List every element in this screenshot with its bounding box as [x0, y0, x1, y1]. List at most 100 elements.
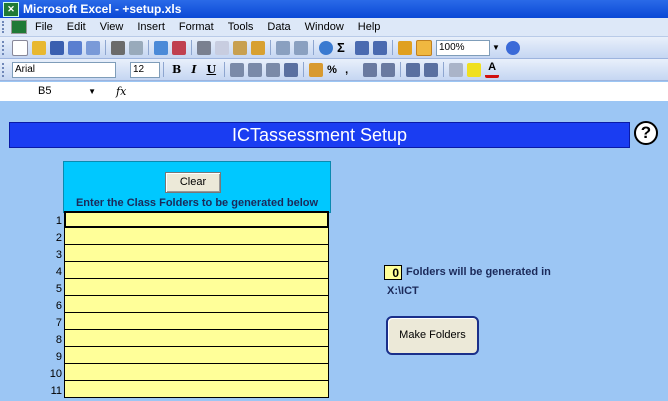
separator [392, 40, 393, 55]
folder-cell[interactable] [64, 330, 329, 347]
percent-icon[interactable]: % [327, 63, 341, 77]
decrease-decimal-icon[interactable] [381, 62, 396, 77]
row-number: 1 [55, 215, 62, 227]
permission-icon[interactable] [68, 40, 82, 55]
insert-function-icon[interactable]: fx [116, 85, 126, 98]
menu-view[interactable]: View [100, 21, 124, 33]
separator [270, 40, 271, 55]
fill-color-icon[interactable] [467, 62, 482, 77]
chart-wizard-icon[interactable] [398, 40, 412, 55]
folder-cell[interactable] [64, 364, 329, 381]
print-preview-icon[interactable] [129, 40, 143, 55]
folder-cell[interactable] [64, 245, 329, 262]
separator [303, 62, 305, 77]
standard-toolbar: Σ 100% ▼ [0, 37, 668, 59]
row-number: 2 [55, 232, 62, 244]
spelling-icon[interactable] [154, 40, 168, 55]
save-icon[interactable] [50, 40, 64, 55]
workbook-icon[interactable] [11, 20, 27, 34]
font-select[interactable]: Arial [12, 61, 116, 78]
menu-bar: File Edit View Insert Format Tools Data … [0, 18, 668, 37]
borders-icon[interactable] [449, 62, 464, 77]
toolbar-grip-icon[interactable] [2, 62, 7, 77]
folder-cell[interactable] [64, 228, 329, 245]
separator [148, 40, 149, 55]
row-number: 8 [55, 334, 62, 346]
menu-file[interactable]: File [35, 21, 53, 33]
worksheet: ICTassessment Setup ? Clear Enter the Cl… [0, 101, 668, 398]
help-toolbar-icon[interactable] [505, 40, 520, 55]
grip-icon[interactable] [2, 21, 7, 33]
target-path: X:\ICT [387, 285, 419, 297]
menu-help[interactable]: Help [358, 21, 381, 33]
row-number: 4 [55, 266, 62, 278]
hyperlink-icon[interactable] [319, 40, 333, 55]
font-color-icon[interactable]: A [485, 61, 500, 78]
menu-insert[interactable]: Insert [137, 21, 165, 33]
row-number: 5 [55, 283, 62, 295]
format-painter-icon[interactable] [251, 40, 265, 55]
align-right-icon[interactable] [266, 62, 281, 77]
currency-icon[interactable] [309, 62, 324, 77]
decrease-indent-icon[interactable] [406, 62, 421, 77]
align-center-icon[interactable] [248, 62, 263, 77]
separator [313, 40, 314, 55]
sort-descending-icon[interactable] [373, 40, 387, 55]
menu-window[interactable]: Window [305, 21, 344, 33]
make-folders-button[interactable]: Make Folders [386, 316, 479, 355]
merge-center-icon[interactable] [284, 62, 299, 77]
autosum-icon[interactable]: Σ [337, 40, 351, 55]
underline-button[interactable]: U [206, 63, 216, 76]
folder-cell[interactable] [64, 296, 329, 313]
help-icon[interactable]: ? [634, 121, 658, 145]
research-icon[interactable] [172, 40, 186, 55]
open-icon[interactable] [32, 40, 46, 55]
print-icon[interactable] [111, 40, 125, 55]
menu-data[interactable]: Data [267, 21, 290, 33]
folder-cell[interactable] [64, 262, 329, 279]
align-left-icon[interactable] [230, 62, 245, 77]
folder-cell[interactable] [64, 381, 329, 398]
folder-cell[interactable] [64, 313, 329, 330]
menu-format[interactable]: Format [179, 21, 214, 33]
email-icon[interactable] [86, 40, 100, 55]
copy-icon[interactable] [215, 40, 229, 55]
name-box-dropdown-icon[interactable]: ▼ [88, 84, 96, 99]
comma-icon[interactable]: , [345, 63, 359, 77]
bold-button[interactable]: B [172, 63, 181, 76]
zoom-select[interactable]: 100% [436, 39, 490, 56]
redo-icon[interactable] [294, 40, 308, 55]
increase-indent-icon[interactable] [424, 62, 439, 77]
cut-icon[interactable] [197, 40, 211, 55]
drawing-icon[interactable] [416, 39, 432, 56]
zoom-dropdown-icon[interactable]: ▼ [492, 43, 500, 52]
excel-app-icon: ✕ [3, 1, 19, 17]
folder-cell[interactable] [64, 211, 329, 228]
separator [400, 62, 402, 77]
clear-button[interactable]: Clear [165, 172, 221, 193]
undo-icon[interactable] [276, 40, 290, 55]
sort-ascending-icon[interactable] [355, 40, 369, 55]
separator [105, 40, 106, 55]
increase-decimal-icon[interactable] [363, 62, 378, 77]
toolbar-grip-icon[interactable] [2, 40, 7, 55]
folders-instruction: Enter the Class Folders to be generated … [75, 197, 319, 209]
folder-cell[interactable] [64, 347, 329, 364]
folder-cell[interactable] [64, 279, 329, 296]
formula-bar: B5 ▼ fx [0, 82, 668, 102]
folders-panel: Clear Enter the Class Folders to be gene… [63, 161, 331, 213]
name-box[interactable]: B5 ▼ [4, 84, 96, 99]
page-title: ICTassessment Setup [9, 122, 630, 148]
menu-edit[interactable]: Edit [67, 21, 86, 33]
separator [443, 62, 445, 77]
folder-count-label: Folders will be generated in [406, 266, 551, 278]
italic-button[interactable]: I [191, 63, 196, 76]
font-size-select[interactable]: 12 [130, 61, 160, 78]
title-bar: ✕ Microsoft Excel - +setup.xls [0, 0, 668, 18]
new-icon[interactable] [12, 39, 28, 56]
row-number: 10 [49, 368, 62, 380]
separator [163, 62, 164, 77]
paste-icon[interactable] [233, 40, 247, 55]
menu-tools[interactable]: Tools [228, 21, 254, 33]
separator [224, 62, 226, 77]
